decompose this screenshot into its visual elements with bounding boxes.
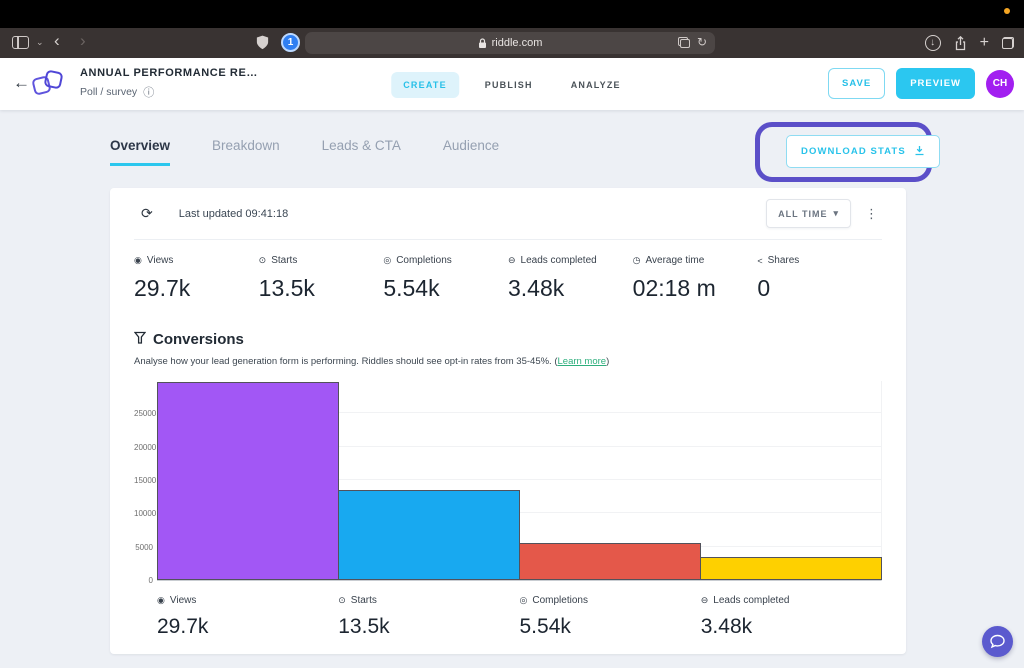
save-button[interactable]: SAVE — [828, 68, 885, 99]
download-stats-button[interactable]: DOWNLOAD STATS — [786, 135, 940, 168]
sidebar-toggle-icon[interactable] — [12, 36, 29, 49]
stat-views: ◉Views 29.7k — [134, 255, 259, 302]
download-icon — [914, 145, 925, 159]
translate-icon[interactable] — [678, 37, 690, 48]
stat-average-time-value: 02:18 m — [633, 275, 758, 302]
macos-menubar — [0, 0, 1024, 28]
nav-create[interactable]: CREATE — [391, 72, 459, 98]
url-text: riddle.com — [492, 37, 543, 49]
project-title: ANNUAL PERFORMANCE RE… — [80, 67, 258, 79]
chat-support-button[interactable] — [982, 626, 1013, 657]
conversions-title: Conversions — [153, 331, 244, 348]
onepassword-extension-icon[interactable]: 1 — [281, 33, 300, 52]
caret-down-icon: ▾ — [833, 208, 839, 219]
target-icon: ◎ — [520, 595, 528, 606]
kebab-menu-icon[interactable]: ⋮ — [865, 206, 878, 222]
lock-icon — [478, 38, 487, 49]
nav-analyze[interactable]: ANALYZE — [559, 72, 633, 98]
conversions-description: Analyse how your lead generation form is… — [134, 356, 882, 367]
riddle-logo[interactable] — [32, 69, 68, 99]
project-type-label: Poll / survey — [80, 86, 137, 98]
stat-average-time: ◷Average time 02:18 m — [633, 255, 758, 302]
legend-starts: ⊙Starts 13.5k — [338, 595, 519, 639]
stat-starts-value: 13.5k — [259, 275, 384, 302]
stat-shares: <Shares 0 — [757, 255, 882, 302]
time-filter-dropdown[interactable]: ALL TIME ▾ — [766, 199, 851, 228]
chart-ytick-label: 20000 — [134, 443, 153, 452]
nav-publish[interactable]: PUBLISH — [473, 72, 545, 98]
chevron-down-icon[interactable]: ⌄ — [36, 37, 44, 48]
learn-more-link[interactable]: Learn more — [558, 356, 607, 367]
browser-back-button[interactable]: ‹ — [54, 32, 60, 49]
eye-icon: ◉ — [134, 255, 142, 266]
browser-forward-button: › — [80, 32, 86, 49]
stat-completions-value: 5.54k — [383, 275, 508, 302]
legend-starts-value: 13.5k — [338, 615, 519, 639]
legend-views-value: 29.7k — [157, 615, 338, 639]
tab-audience[interactable]: Audience — [443, 138, 499, 166]
user-avatar[interactable]: CH — [986, 70, 1014, 98]
chart-ytick-label: 15000 — [134, 476, 153, 485]
tab-breakdown[interactable]: Breakdown — [212, 138, 280, 166]
privacy-shield-icon[interactable] — [255, 34, 270, 56]
chart-legend-stats: ◉Views 29.7k ⊙Starts 13.5k ◎Completions … — [157, 595, 882, 639]
legend-completions: ◎Completions 5.54k — [520, 595, 701, 639]
stat-starts: ⊙Starts 13.5k — [259, 255, 384, 302]
tab-leads-cta[interactable]: Leads & CTA — [322, 138, 401, 166]
share-icon: < — [757, 256, 762, 266]
legend-leads-completed: ⊖Leads completed 3.48k — [701, 595, 882, 639]
stat-shares-value: 0 — [757, 275, 882, 302]
chat-bubble-icon — [989, 634, 1006, 649]
analyze-page: Overview Breakdown Leads & CTA Audience … — [0, 110, 1024, 668]
legend-completions-value: 5.54k — [520, 615, 701, 639]
chart-ytick-label: 10000 — [134, 509, 153, 518]
url-bar[interactable]: riddle.com ↻ — [305, 32, 715, 54]
refresh-icon[interactable]: ⟳ — [141, 205, 153, 222]
back-arrow-button[interactable]: ← — [13, 73, 30, 93]
chart-plot — [157, 381, 882, 581]
play-circle-icon: ⊙ — [259, 255, 267, 266]
conversions-bar-chart: 0500010000150002000025000 — [134, 381, 882, 581]
bar-leads-completed — [700, 557, 882, 580]
bar-completions — [519, 543, 701, 580]
stats-card: ⟳ Last updated 09:41:18 ALL TIME ▾ ⋮ ◉Vi… — [110, 188, 906, 654]
target-icon: ◎ — [383, 255, 391, 266]
downloads-icon[interactable]: ↓ — [925, 35, 941, 51]
info-icon[interactable]: ⓘ — [143, 84, 154, 100]
legend-views: ◉Views 29.7k — [157, 595, 338, 639]
tab-overview-icon[interactable] — [1002, 37, 1014, 49]
chart-ytick-label: 5000 — [134, 543, 153, 552]
play-circle-icon: ⊙ — [338, 595, 346, 606]
chart-ytick-label: 25000 — [134, 409, 153, 418]
new-tab-icon[interactable]: + — [980, 35, 989, 51]
preview-button[interactable]: PREVIEW — [896, 68, 975, 99]
logo-square-icon — [43, 69, 63, 89]
bar-starts — [338, 490, 520, 580]
summary-stats-row: ◉Views 29.7k ⊙Starts 13.5k ◎Completions … — [134, 240, 882, 302]
last-updated-text: Last updated 09:41:18 — [179, 208, 288, 220]
stat-leads-value: 3.48k — [508, 275, 633, 302]
check-circle-icon: ⊖ — [701, 595, 709, 606]
recording-indicator-dot — [1004, 8, 1010, 14]
legend-leads-value: 3.48k — [701, 615, 882, 639]
stat-views-value: 29.7k — [134, 275, 259, 302]
eye-icon: ◉ — [157, 595, 165, 606]
tab-overview[interactable]: Overview — [110, 138, 170, 166]
bar-views — [157, 382, 339, 580]
clock-icon: ◷ — [633, 255, 641, 266]
stat-leads-completed: ⊖Leads completed 3.48k — [508, 255, 633, 302]
chart-ytick-label: 0 — [134, 576, 153, 585]
funnel-icon — [134, 331, 146, 348]
share-icon[interactable] — [954, 36, 967, 51]
app-header: ← ANNUAL PERFORMANCE RE… Poll / survey ⓘ… — [0, 58, 1024, 110]
stat-completions: ◎Completions 5.54k — [383, 255, 508, 302]
reload-icon[interactable]: ↻ — [697, 35, 707, 49]
browser-toolbar: ⌄ ‹ › 1 riddle.com ↻ ↓ + — [0, 28, 1024, 58]
workflow-nav: CREATE PUBLISH ANALYZE — [391, 72, 633, 98]
check-circle-icon: ⊖ — [508, 255, 516, 266]
analytics-tabs: Overview Breakdown Leads & CTA Audience — [110, 138, 499, 166]
